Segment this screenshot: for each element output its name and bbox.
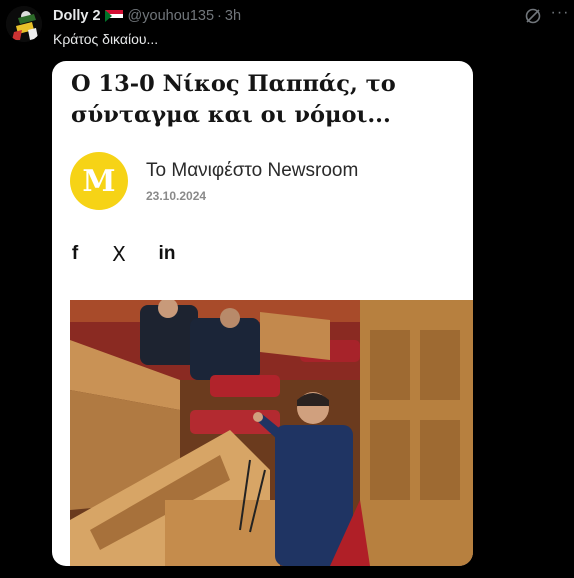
timestamp[interactable]: 3h [225, 8, 241, 24]
article-title[interactable]: Ο 13-0 Νίκος Παππάς, το σύνταγμα και οι … [71, 69, 466, 131]
article-author: Το Μανιφέστο Newsroom [146, 160, 359, 181]
facebook-icon: f [71, 243, 79, 264]
linkedin-share-button[interactable]: in [155, 243, 179, 265]
x-icon: X [112, 242, 126, 266]
tweet-header: Dolly 2 @youhou135 · 3h [53, 7, 241, 25]
article-card[interactable]: Ο 13-0 Νίκος Παππάς, το σύνταγμα και οι … [52, 61, 473, 566]
parliament-photo [70, 300, 473, 566]
article-date: 23.10.2024 [146, 189, 207, 203]
tweet: Dolly 2 @youhou135 · 3h ··· Κράτος δικαί… [0, 0, 574, 578]
logo-letter: M [82, 163, 116, 199]
x-share-button[interactable]: X [108, 242, 130, 266]
user-name[interactable]: Dolly 2 [53, 8, 101, 24]
separator: · [217, 8, 222, 24]
grok-icon[interactable] [524, 7, 542, 25]
sudan-flag-icon [104, 10, 123, 22]
publisher-logo: M [70, 152, 128, 210]
more-icon[interactable]: ··· [550, 4, 570, 24]
linkedin-icon: in [158, 243, 176, 264]
article-photo[interactable] [70, 300, 473, 566]
user-handle[interactable]: @youhou135 [128, 8, 214, 24]
tweet-text: Κράτος δικαίου... [53, 31, 159, 47]
facebook-share-button[interactable]: f [68, 243, 82, 265]
avatar[interactable] [6, 6, 42, 42]
